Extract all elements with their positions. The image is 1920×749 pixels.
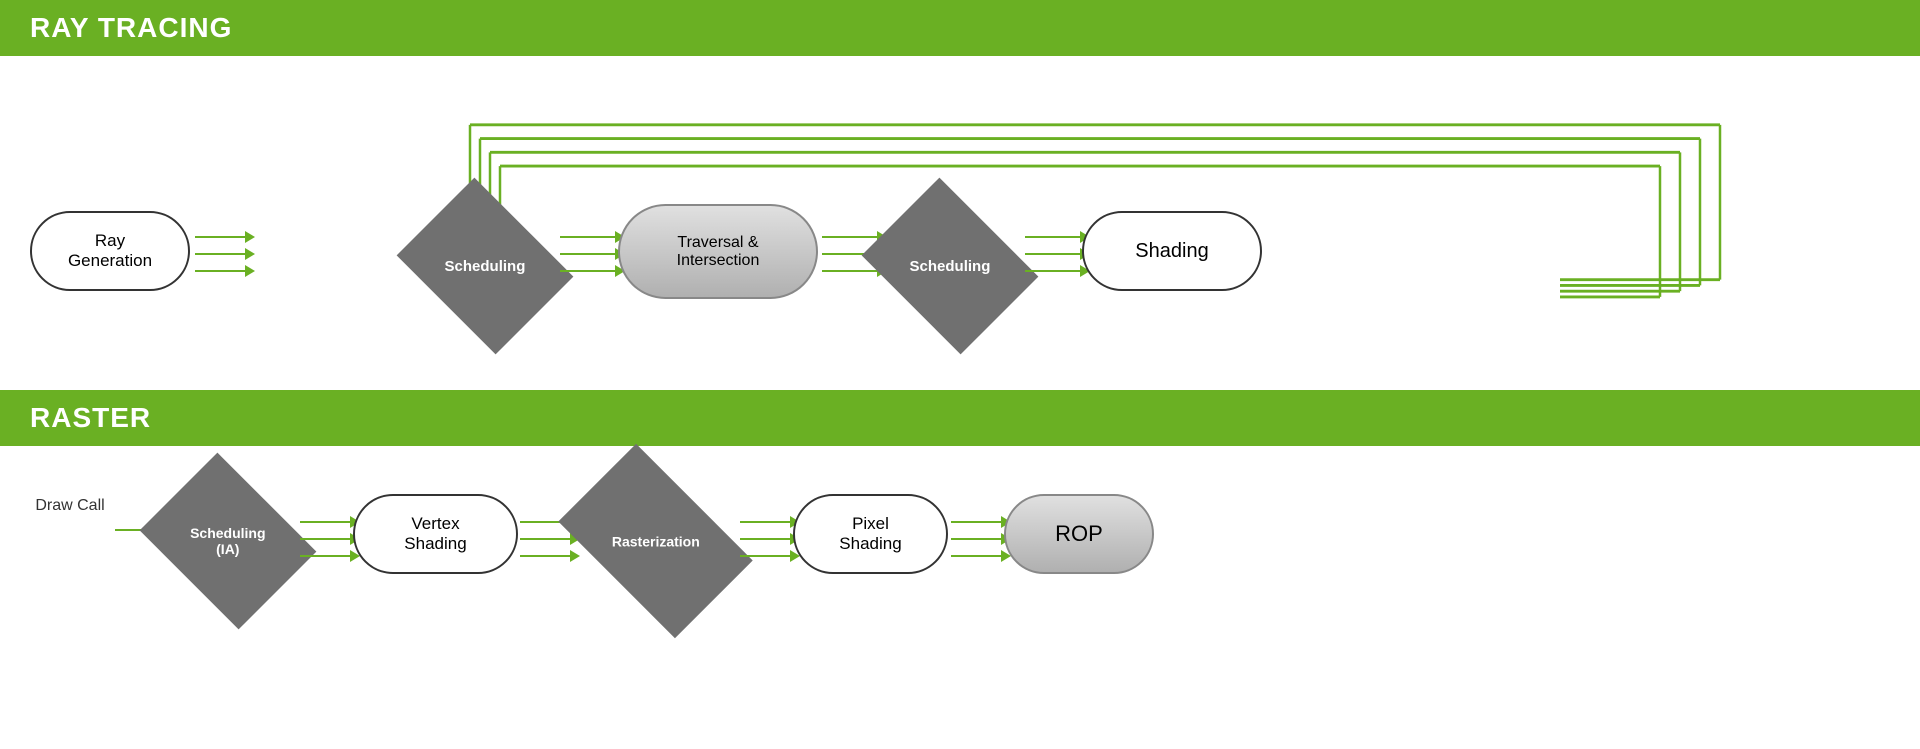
ray-tracing-flow: Ray Generation Scheduling Traversal & In…: [0, 56, 1920, 446]
raster-section: RASTER Draw Call Scheduling (IA) Vertex …: [0, 390, 1920, 610]
rop-node: ROP: [1004, 494, 1154, 574]
ray-tracing-section: RAY TRACING: [0, 0, 1920, 390]
pixel-shading-node: Pixel Shading: [793, 494, 948, 574]
shading-node: Shading: [1082, 211, 1262, 291]
ray-tracing-header: RAY TRACING: [0, 0, 1920, 56]
rasterization-node: Rasterization: [558, 444, 752, 638]
ray-generation-node: Ray Generation: [30, 211, 190, 291]
raster-header: RASTER: [0, 390, 1920, 446]
scheduling1-node: Scheduling: [397, 178, 574, 355]
scheduling-ia-node: Scheduling (IA): [140, 453, 317, 630]
scheduling2-node: Scheduling: [862, 178, 1039, 355]
traversal-node: Traversal & Intersection: [618, 204, 818, 299]
draw-call-label: Draw Call: [30, 496, 110, 517]
vertex-shading-node: Vertex Shading: [353, 494, 518, 574]
raster-flow: Draw Call Scheduling (IA) Vertex Shading…: [0, 466, 1920, 626]
